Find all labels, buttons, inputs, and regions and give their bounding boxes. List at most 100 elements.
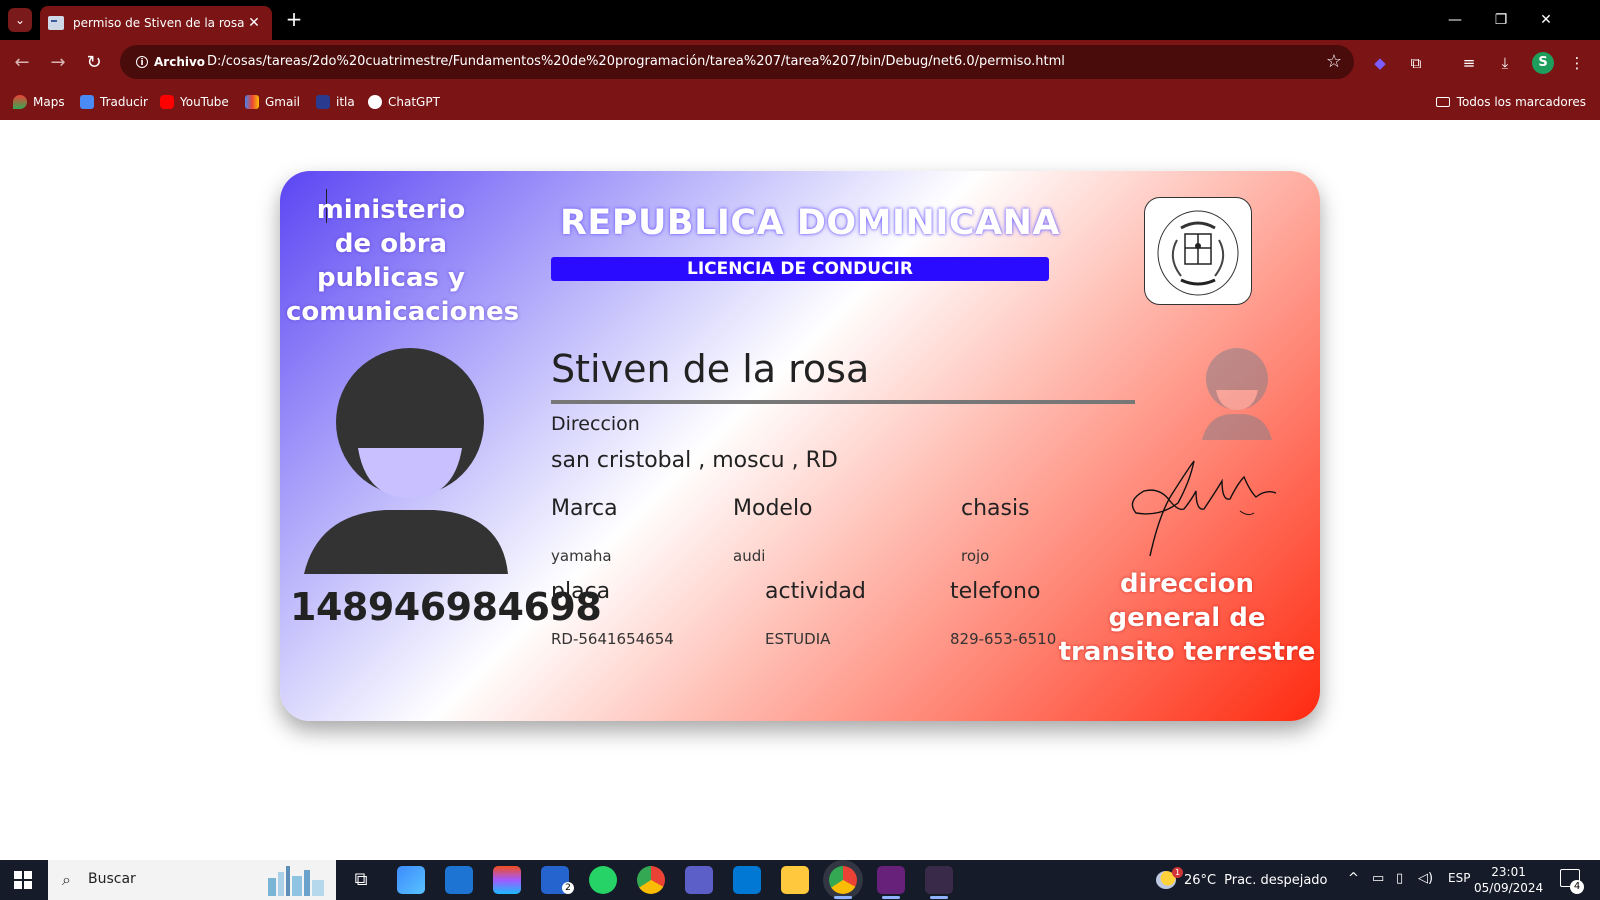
url-text[interactable]: D:/cosas/tareas/2do%20cuatrimestre/Funda… [207,54,1065,69]
search-highlight-city-icon [268,866,324,896]
forward-button[interactable]: → [46,51,70,75]
microsoft-store-icon[interactable] [397,866,425,894]
modelo-label: Modelo [733,496,813,521]
start-tile [24,871,32,879]
show-hidden-icons-chevron-icon[interactable]: ^ [1348,871,1359,886]
weather-desc: Prac. despejado [1224,872,1328,888]
chrome-active-icon[interactable] [829,866,857,894]
issuer-line: direccion [1119,569,1255,599]
address-label: Direccion [551,413,640,435]
whatsapp-icon[interactable] [589,866,617,894]
system-clock[interactable]: 23:01 05/09/2024 [1474,864,1543,896]
restore-button[interactable]: ❐ [1486,8,1516,32]
minimize-button[interactable]: — [1440,8,1470,32]
bookmark-star-icon[interactable]: ☆ [1326,51,1342,72]
close-tab-icon[interactable]: ✕ [244,15,264,31]
weather-widget[interactable]: 1 26°C Prac. despejado [1156,867,1328,889]
search-placeholder: Buscar [88,871,136,887]
bookmark-label: ChatGPT [388,95,440,109]
file-explorer-icon[interactable] [781,866,809,894]
all-bookmarks-label: Todos los marcadores [1456,95,1586,109]
holder-name: Stiven de la rosa [551,347,870,391]
new-tab-button[interactable]: + [282,8,306,32]
browser-toolbar: ← → ↻ i Archivo D:/cosas/tareas/2do%20cu… [0,40,1600,86]
vscode-icon[interactable] [733,866,761,894]
chatgpt-icon [368,95,382,109]
device-icon[interactable]: ▯ [1396,871,1403,886]
license-type-banner: LICENCIA DE CONDUCIR [551,257,1049,281]
bookmark-traducir[interactable]: Traducir [80,95,148,109]
placa-label: placa [551,579,611,604]
bookmark-label: Traducir [100,95,148,109]
figma-icon[interactable] [493,866,521,894]
start-tile [14,881,22,889]
ministry-line: de obra [334,229,448,259]
weather-badge: 1 [1172,867,1183,878]
mail-icon[interactable] [445,866,473,894]
tab-search-button[interactable]: ⌄ [8,8,32,32]
name-underline [551,400,1135,404]
placa-value: RD-5641654654 [551,630,674,648]
todo-badge: 2 [562,882,574,894]
address-value: san cristobal , moscu , RD [551,448,838,473]
running-app-indicator [882,896,900,899]
bookmark-itla[interactable]: itla [316,95,355,109]
bookmark-label: Maps [33,95,65,109]
extension-diamond-icon[interactable]: ◆ [1369,52,1391,74]
chrome-icon[interactable] [637,866,665,894]
marca-label: Marca [551,496,618,521]
profile-avatar[interactable]: S [1532,52,1554,74]
tab-strip: ⌄ permiso de Stiven de la rosa ✕ + — ❐ ✕ [0,0,1600,40]
reload-button[interactable]: ↻ [82,51,106,75]
gmail-icon [245,95,259,109]
active-app-indicator [834,896,852,899]
terminal-icon[interactable] [925,866,953,894]
bookmark-maps[interactable]: Maps [13,95,65,109]
bookmark-gmail[interactable]: Gmail [245,95,300,109]
all-bookmarks-button[interactable]: Todos los marcadores [1435,95,1586,109]
driver-license-card: ministerio de obra publicas y comunicaci… [280,171,1320,721]
downloads-icon[interactable]: ⤓ [1494,52,1516,74]
clock-date: 05/09/2024 [1474,881,1544,895]
itla-icon [316,95,330,109]
bookmarks-bar: Maps Traducir YouTube Gmail itla ChatGPT… [0,86,1600,120]
issuer-title: direccion general de transito terrestre [1052,567,1320,669]
bookmark-label: itla [336,95,355,109]
bookmark-label: Gmail [265,95,301,109]
site-info-button[interactable]: i Archivo [128,51,213,73]
weather-temp: 26°C [1184,872,1217,888]
network-icon[interactable]: ▭ [1372,871,1384,886]
volume-icon[interactable]: ◁) [1418,871,1433,886]
media-controls-icon[interactable]: ≡ [1458,52,1480,74]
chasis-label: chasis [961,496,1030,521]
actividad-value: ESTUDIA [765,630,831,648]
coat-of-arms-icon [1157,210,1239,296]
issuer-line: general de [1108,603,1266,633]
bookmark-youtube[interactable]: YouTube [160,95,229,109]
visual-studio-icon[interactable] [877,866,905,894]
language-indicator[interactable]: ESP [1448,871,1470,885]
actividad-label: actividad [765,579,866,604]
site-info-label: Archivo [154,55,206,69]
browser-menu-icon[interactable]: ⋮ [1566,52,1588,74]
coat-of-arms-seal [1144,197,1252,305]
task-view-icon[interactable]: ⧉ [347,866,375,894]
ministry-line: publicas y [317,263,465,293]
windows-start-button[interactable] [14,871,32,889]
teams-icon[interactable] [685,866,713,894]
taskbar: ⌕ Buscar ⧉ 2 1 26°C Prac. despejado ^ ▭ … [0,860,1600,900]
start-tile [14,871,22,879]
start-tile [24,881,32,889]
bookmark-label: YouTube [180,95,229,109]
signature-image [1131,460,1277,557]
bookmark-chatgpt[interactable]: ChatGPT [368,95,440,109]
marca-value: yamaha [551,547,612,565]
active-tab[interactable]: permiso de Stiven de la rosa ✕ [40,6,272,40]
address-bar[interactable]: i Archivo D:/cosas/tareas/2do%20cuatrime… [120,45,1354,79]
back-button[interactable]: ← [10,51,34,75]
country-title: REPUBLICA DOMINICANA [559,203,1061,243]
close-window-button[interactable]: ✕ [1531,8,1561,32]
extensions-puzzle-icon[interactable]: ⧉ [1405,52,1427,74]
taskbar-search-box[interactable]: ⌕ Buscar [48,860,336,900]
telefono-label: telefono [950,579,1041,604]
